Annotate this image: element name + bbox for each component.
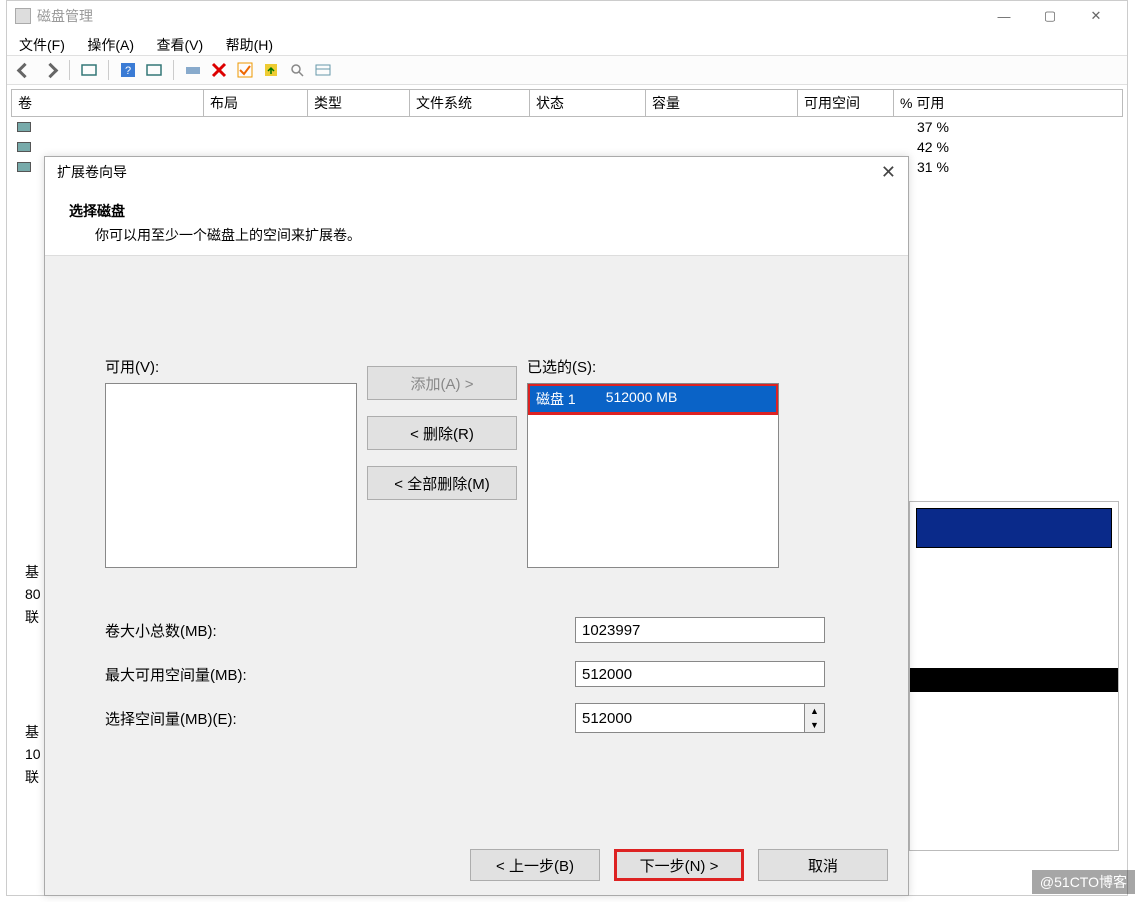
close-button[interactable]: ✕ [1073,1,1119,31]
menu-help[interactable]: 帮助(H) [226,37,273,53]
select-space-label: 选择空间量(MB)(E): [105,708,575,729]
back-button[interactable] [13,59,35,81]
remove-all-button[interactable]: < 全部删除(M) [367,466,517,500]
dialog-title: 扩展卷向导 [57,162,127,182]
maximize-button[interactable]: ▢ [1027,1,1073,31]
col-layout[interactable]: 布局 [204,90,308,116]
volume-icon [17,142,31,152]
selected-disk-item[interactable]: 磁盘 1 512000 MB [530,386,776,412]
selected-label: 已选的(S): [527,356,779,377]
col-filesystem[interactable]: 文件系统 [410,90,530,116]
col-volume[interactable]: 卷 [12,90,204,116]
table-row[interactable]: 42 % [11,137,1123,157]
properties-icon[interactable] [78,59,100,81]
toolbar: ? [7,55,1127,85]
pct-cell: 31 % [917,159,949,175]
list-icon[interactable] [312,59,334,81]
new-icon[interactable] [260,59,282,81]
available-listbox[interactable] [105,383,357,568]
max-space-value: 512000 [575,661,825,687]
volume-icon [17,122,31,132]
next-button[interactable]: 下一步(N) > [614,849,744,881]
max-space-label: 最大可用空间量(MB): [105,664,575,685]
spin-up-button[interactable]: ▲ [804,704,824,718]
dialog-subheading: 你可以用至少一个磁盘上的空间来扩展卷。 [95,225,884,245]
disk-icon[interactable] [182,59,204,81]
menubar: 文件(F) 操作(A) 查看(V) 帮助(H) [7,31,1127,55]
forward-button[interactable] [39,59,61,81]
extend-volume-wizard-dialog: 扩展卷向导 ✕ 选择磁盘 你可以用至少一个磁盘上的空间来扩展卷。 可用(V): … [44,156,909,896]
app-icon [15,8,31,24]
col-capacity[interactable]: 容量 [646,90,798,116]
back-button[interactable]: < 上一步(B) [470,849,600,881]
select-space-input[interactable] [576,704,804,732]
bg-disk-label: 基80联 [25,561,41,628]
partition-bar [910,668,1118,692]
col-free[interactable]: 可用空间 [798,90,894,116]
partition-bar [916,508,1112,548]
cancel-button[interactable]: 取消 [758,849,888,881]
table-row[interactable]: 37 % [11,117,1123,137]
selected-disk-name: 磁盘 1 [536,389,576,409]
bg-partition-panel [909,501,1119,851]
col-type[interactable]: 类型 [308,90,410,116]
dialog-header: 选择磁盘 你可以用至少一个磁盘上的空间来扩展卷。 [45,187,908,256]
add-button[interactable]: 添加(A) > [367,366,517,400]
menu-file[interactable]: 文件(F) [19,37,65,53]
watermark: @51CTO博客 [1032,870,1135,894]
selected-listbox[interactable]: 磁盘 1 512000 MB [527,383,779,568]
menu-action[interactable]: 操作(A) [87,37,134,53]
titlebar: 磁盘管理 — ▢ ✕ [7,1,1127,31]
help-icon[interactable]: ? [117,59,139,81]
dialog-close-button[interactable]: ✕ [881,162,896,183]
remove-button[interactable]: < 删除(R) [367,416,517,450]
pct-cell: 42 % [917,139,949,155]
bg-disk-label: 基10联 [25,721,41,788]
available-label: 可用(V): [105,356,357,377]
svg-text:?: ? [125,65,131,77]
spin-down-button[interactable]: ▼ [804,718,824,732]
dialog-heading: 选择磁盘 [69,201,884,221]
volume-table-header: 卷 布局 类型 文件系统 状态 容量 可用空间 % 可用 [11,89,1123,117]
dialog-titlebar: 扩展卷向导 ✕ [45,157,908,187]
window-title: 磁盘管理 [37,6,981,26]
volume-icon [17,162,31,172]
pct-cell: 37 % [917,119,949,135]
col-pct[interactable]: % 可用 [894,90,1122,116]
menu-view[interactable]: 查看(V) [156,37,203,53]
delete-icon[interactable] [208,59,230,81]
minimize-button[interactable]: — [981,1,1027,31]
search-icon[interactable] [286,59,308,81]
total-size-label: 卷大小总数(MB): [105,620,575,641]
total-size-value: 1023997 [575,617,825,643]
select-space-spinner[interactable]: ▲ ▼ [575,703,825,733]
refresh-icon[interactable] [143,59,165,81]
check-icon[interactable] [234,59,256,81]
col-status[interactable]: 状态 [530,90,646,116]
selected-disk-size: 512000 MB [606,389,678,409]
